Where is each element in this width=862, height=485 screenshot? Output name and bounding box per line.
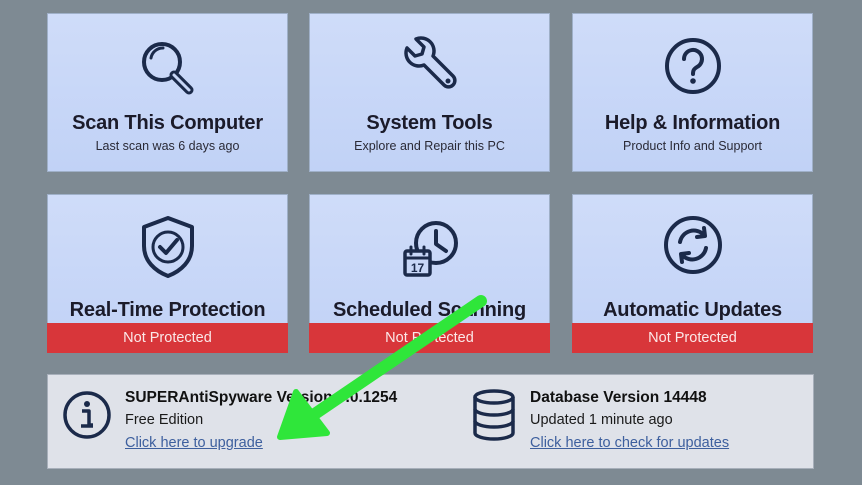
status-badge: Not Protected [309, 323, 550, 353]
scheduled-scanning-tile[interactable]: 17 Scheduled Scanning Not Protected [309, 194, 550, 353]
version-title: SUPERAntiSpyware Version 6.0.1254 [125, 389, 398, 406]
upgrade-link[interactable]: Click here to upgrade [125, 435, 263, 451]
shield-check-icon [48, 213, 287, 281]
tile-title: Scan This Computer [72, 112, 263, 134]
help-information-tile[interactable]: Help & Information Product Info and Supp… [572, 13, 813, 172]
question-icon [573, 34, 812, 102]
edition-text: Free Edition [125, 412, 204, 428]
tile-subtitle: Product Info and Support [623, 139, 762, 153]
calendar-day: 17 [410, 261, 424, 275]
database-title: Database Version 14448 [530, 389, 707, 406]
wrench-icon [310, 34, 549, 102]
tile-subtitle: Last scan was 6 days ago [95, 139, 240, 153]
tile-title: Scheduled Scanning [332, 299, 527, 321]
real-time-protection-tile[interactable]: Real-Time Protection Not Protected [47, 194, 288, 353]
automatic-updates-tile[interactable]: Automatic Updates Not Protected [572, 194, 813, 353]
calendar-clock-icon: 17 [310, 213, 549, 281]
tile-title: Real-Time Protection [69, 299, 266, 321]
refresh-icon [573, 213, 812, 281]
info-icon [62, 390, 112, 440]
database-icon [470, 388, 518, 442]
info-panel: SUPERAntiSpyware Version 6.0.1254 Free E… [47, 374, 814, 469]
check-updates-link[interactable]: Click here to check for updates [530, 435, 729, 451]
tile-title: Automatic Updates [603, 299, 782, 321]
status-badge: Not Protected [572, 323, 813, 353]
system-tools-tile[interactable]: System Tools Explore and Repair this PC [309, 13, 550, 172]
tile-subtitle: Explore and Repair this PC [354, 139, 505, 153]
status-badge: Not Protected [47, 323, 288, 353]
tile-title: System Tools [366, 112, 493, 134]
scan-this-computer-tile[interactable]: Scan This Computer Last scan was 6 days … [47, 13, 288, 172]
tile-title: Help & Information [604, 112, 781, 134]
database-updated-text: Updated 1 minute ago [530, 412, 673, 428]
magnifier-icon [48, 34, 287, 102]
